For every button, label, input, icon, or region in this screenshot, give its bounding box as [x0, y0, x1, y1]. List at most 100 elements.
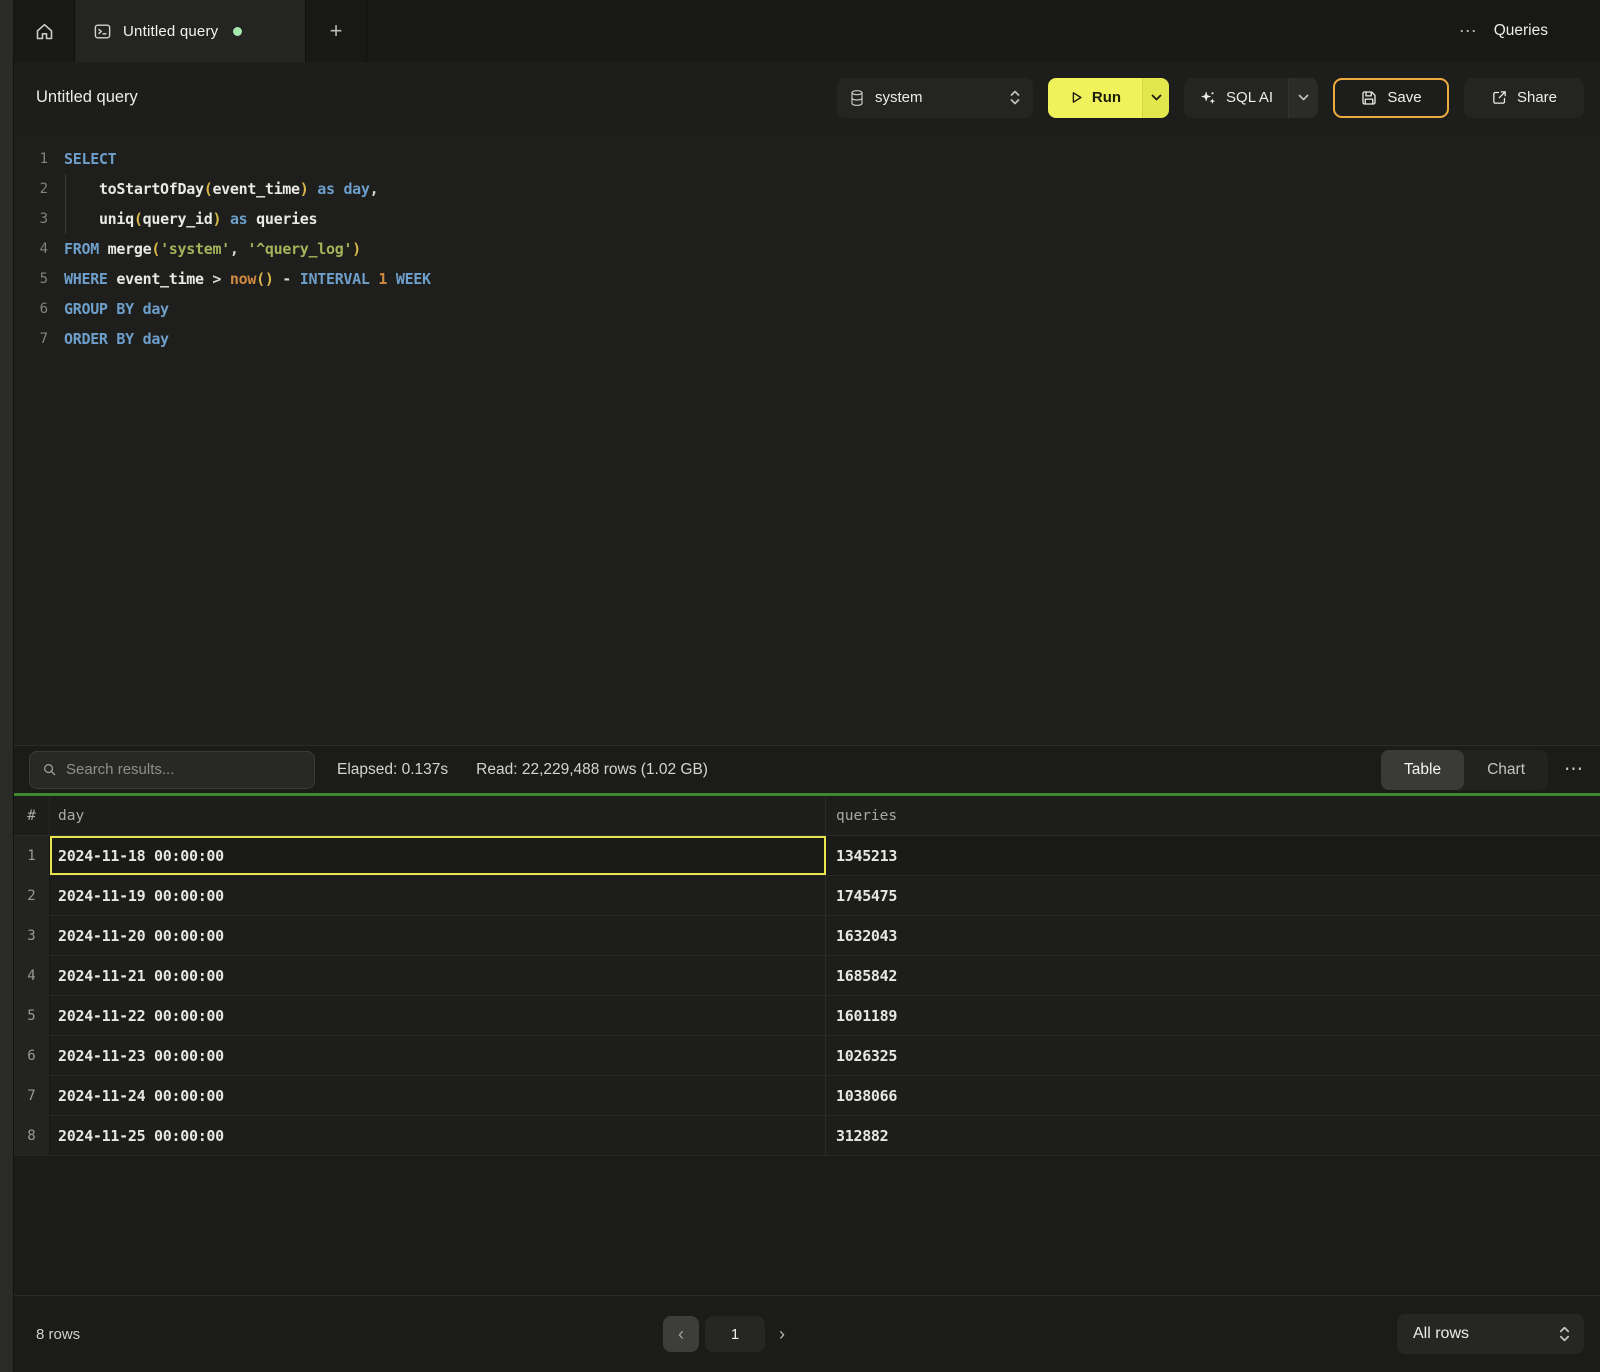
chevron-right-icon: › — [779, 1324, 785, 1345]
column-header-index[interactable]: # — [14, 796, 50, 835]
share-button[interactable]: Share — [1464, 78, 1584, 118]
queries-cell[interactable]: 1632043 — [826, 916, 1600, 955]
updown-chevrons-icon — [1558, 1325, 1571, 1343]
sql-ai-button-group: SQL AI — [1184, 78, 1318, 118]
current-page-button[interactable]: 1 — [705, 1316, 765, 1352]
row-index-cell[interactable]: 8 — [14, 1116, 50, 1155]
search-results-input[interactable] — [66, 761, 302, 778]
code-lines: 1 SELECT 2 toStartOfDay(event_time) as day… — [14, 144, 1600, 354]
queries-cell[interactable]: 1745475 — [826, 876, 1600, 915]
queries-link[interactable]: Queries — [1494, 22, 1548, 40]
day-cell[interactable]: 2024-11-22 00:00:00 — [50, 996, 826, 1035]
line-number: 1 — [14, 151, 48, 167]
day-cell[interactable]: 2024-11-23 00:00:00 — [50, 1036, 826, 1075]
line-number: 4 — [14, 241, 48, 257]
row-index-cell[interactable]: 1 — [14, 836, 50, 875]
day-cell[interactable]: 2024-11-24 00:00:00 — [50, 1076, 826, 1115]
queries-cell[interactable]: 312882 — [826, 1116, 1600, 1155]
database-select-value: system — [875, 89, 923, 106]
code-line[interactable]: 6 GROUP BY day — [14, 294, 1600, 324]
code-text: uniq(query_id) as queries — [64, 210, 317, 228]
code-line[interactable]: 1 SELECT — [14, 144, 1600, 174]
table-row: 72024-11-24 00:00:001038066 — [14, 1076, 1600, 1116]
line-number: 3 — [14, 211, 48, 227]
day-cell[interactable]: 2024-11-20 00:00:00 — [50, 916, 826, 955]
chevron-down-icon — [1151, 94, 1162, 101]
chevron-left-icon: ‹ — [678, 1324, 684, 1345]
tab-bar-right: ⋯ Queries — [1459, 0, 1600, 62]
elapsed-stat: Elapsed: 0.137s — [337, 761, 448, 779]
sql-console-app: Untitled query + ⋯ Queries Untitled quer… — [0, 0, 1600, 1372]
database-icon — [849, 89, 865, 107]
line-number: 2 — [14, 181, 48, 197]
new-tab-button[interactable]: + — [306, 0, 367, 62]
code-line[interactable]: 3 uniq(query_id) as queries — [14, 204, 1600, 234]
tab-untitled-query[interactable]: Untitled query — [74, 0, 306, 62]
play-icon — [1069, 90, 1084, 105]
run-button[interactable]: Run — [1048, 78, 1142, 118]
row-index-cell[interactable]: 2 — [14, 876, 50, 915]
run-button-group: Run — [1048, 78, 1169, 118]
home-icon — [34, 21, 55, 42]
sidebar-edge-strip — [0, 0, 14, 1372]
day-cell[interactable]: 2024-11-21 00:00:00 — [50, 956, 826, 995]
code-text: WHERE event_time > now() - INTERVAL 1 WE… — [64, 270, 431, 288]
run-options-button[interactable] — [1142, 78, 1169, 118]
share-label: Share — [1517, 89, 1557, 106]
day-cell[interactable]: 2024-11-19 00:00:00 — [50, 876, 826, 915]
sql-ai-button[interactable]: SQL AI — [1184, 78, 1288, 118]
results-more-icon[interactable]: ⋯ — [1564, 758, 1584, 781]
code-line[interactable]: 7ORDER BY day — [14, 324, 1600, 354]
row-index-cell[interactable]: 6 — [14, 1036, 50, 1075]
terminal-icon — [93, 22, 112, 41]
sql-ai-label: SQL AI — [1226, 89, 1273, 106]
tab-overflow-icon[interactable]: ⋯ — [1459, 21, 1478, 42]
line-number: 6 — [14, 301, 48, 317]
home-button[interactable] — [14, 0, 74, 62]
database-select[interactable]: system — [837, 78, 1033, 118]
code-text: SELECT — [64, 150, 116, 168]
query-title: Untitled query — [36, 88, 138, 107]
tab-chart-view[interactable]: Chart — [1464, 750, 1548, 790]
day-cell[interactable]: 2024-11-18 00:00:00 — [50, 836, 826, 875]
tab-bar: Untitled query + ⋯ Queries — [14, 0, 1600, 62]
row-index-cell[interactable]: 3 — [14, 916, 50, 955]
queries-cell[interactable]: 1026325 — [826, 1036, 1600, 1075]
row-index-cell[interactable]: 7 — [14, 1076, 50, 1115]
search-icon — [42, 762, 57, 777]
view-toggle: Table Chart — [1381, 750, 1548, 790]
query-header: Untitled query system — [14, 62, 1600, 133]
search-results-box[interactable] — [29, 751, 315, 789]
results-table-header: # day queries — [14, 796, 1600, 836]
sql-ai-options-button[interactable] — [1288, 78, 1318, 118]
queries-cell[interactable]: 1685842 — [826, 956, 1600, 995]
results-toolbar: Elapsed: 0.137s Read: 22,229,488 rows (1… — [14, 745, 1600, 793]
updown-chevrons-icon — [1009, 89, 1021, 106]
previous-page-button[interactable]: ‹ — [663, 1316, 699, 1352]
row-index-cell[interactable]: 5 — [14, 996, 50, 1035]
line-number: 5 — [14, 271, 48, 287]
row-index-cell[interactable]: 4 — [14, 956, 50, 995]
chevron-down-icon — [1298, 94, 1309, 101]
next-page-button[interactable]: › — [765, 1316, 799, 1352]
column-header-day[interactable]: day — [50, 796, 826, 835]
code-line[interactable]: 2 toStartOfDay(event_time) as day, — [14, 174, 1600, 204]
code-text: GROUP BY day — [64, 300, 169, 318]
queries-cell[interactable]: 1038066 — [826, 1076, 1600, 1115]
main-panel: Untitled query + ⋯ Queries Untitled quer… — [14, 0, 1600, 1372]
sql-editor[interactable]: 1 SELECT 2 toStartOfDay(event_time) as day… — [14, 133, 1600, 745]
code-line[interactable]: 4FROM merge('system', '^query_log') — [14, 234, 1600, 264]
queries-cell[interactable]: 1601189 — [826, 996, 1600, 1035]
tab-table-view[interactable]: Table — [1381, 750, 1464, 790]
rows-per-page-select[interactable]: All rows — [1397, 1314, 1584, 1354]
column-header-queries[interactable]: queries — [826, 796, 1600, 835]
results-empty-area — [14, 1156, 1600, 1295]
queries-cell[interactable]: 1345213 — [826, 836, 1600, 875]
line-number: 7 — [14, 331, 48, 347]
day-cell[interactable]: 2024-11-25 00:00:00 — [50, 1116, 826, 1155]
code-line[interactable]: 5 WHERE event_time > now() - INTERVAL 1 W… — [14, 264, 1600, 294]
save-button[interactable]: Save — [1333, 78, 1449, 118]
code-text: toStartOfDay(event_time) as day, — [64, 180, 378, 198]
run-label: Run — [1092, 89, 1121, 106]
save-label: Save — [1387, 89, 1421, 106]
